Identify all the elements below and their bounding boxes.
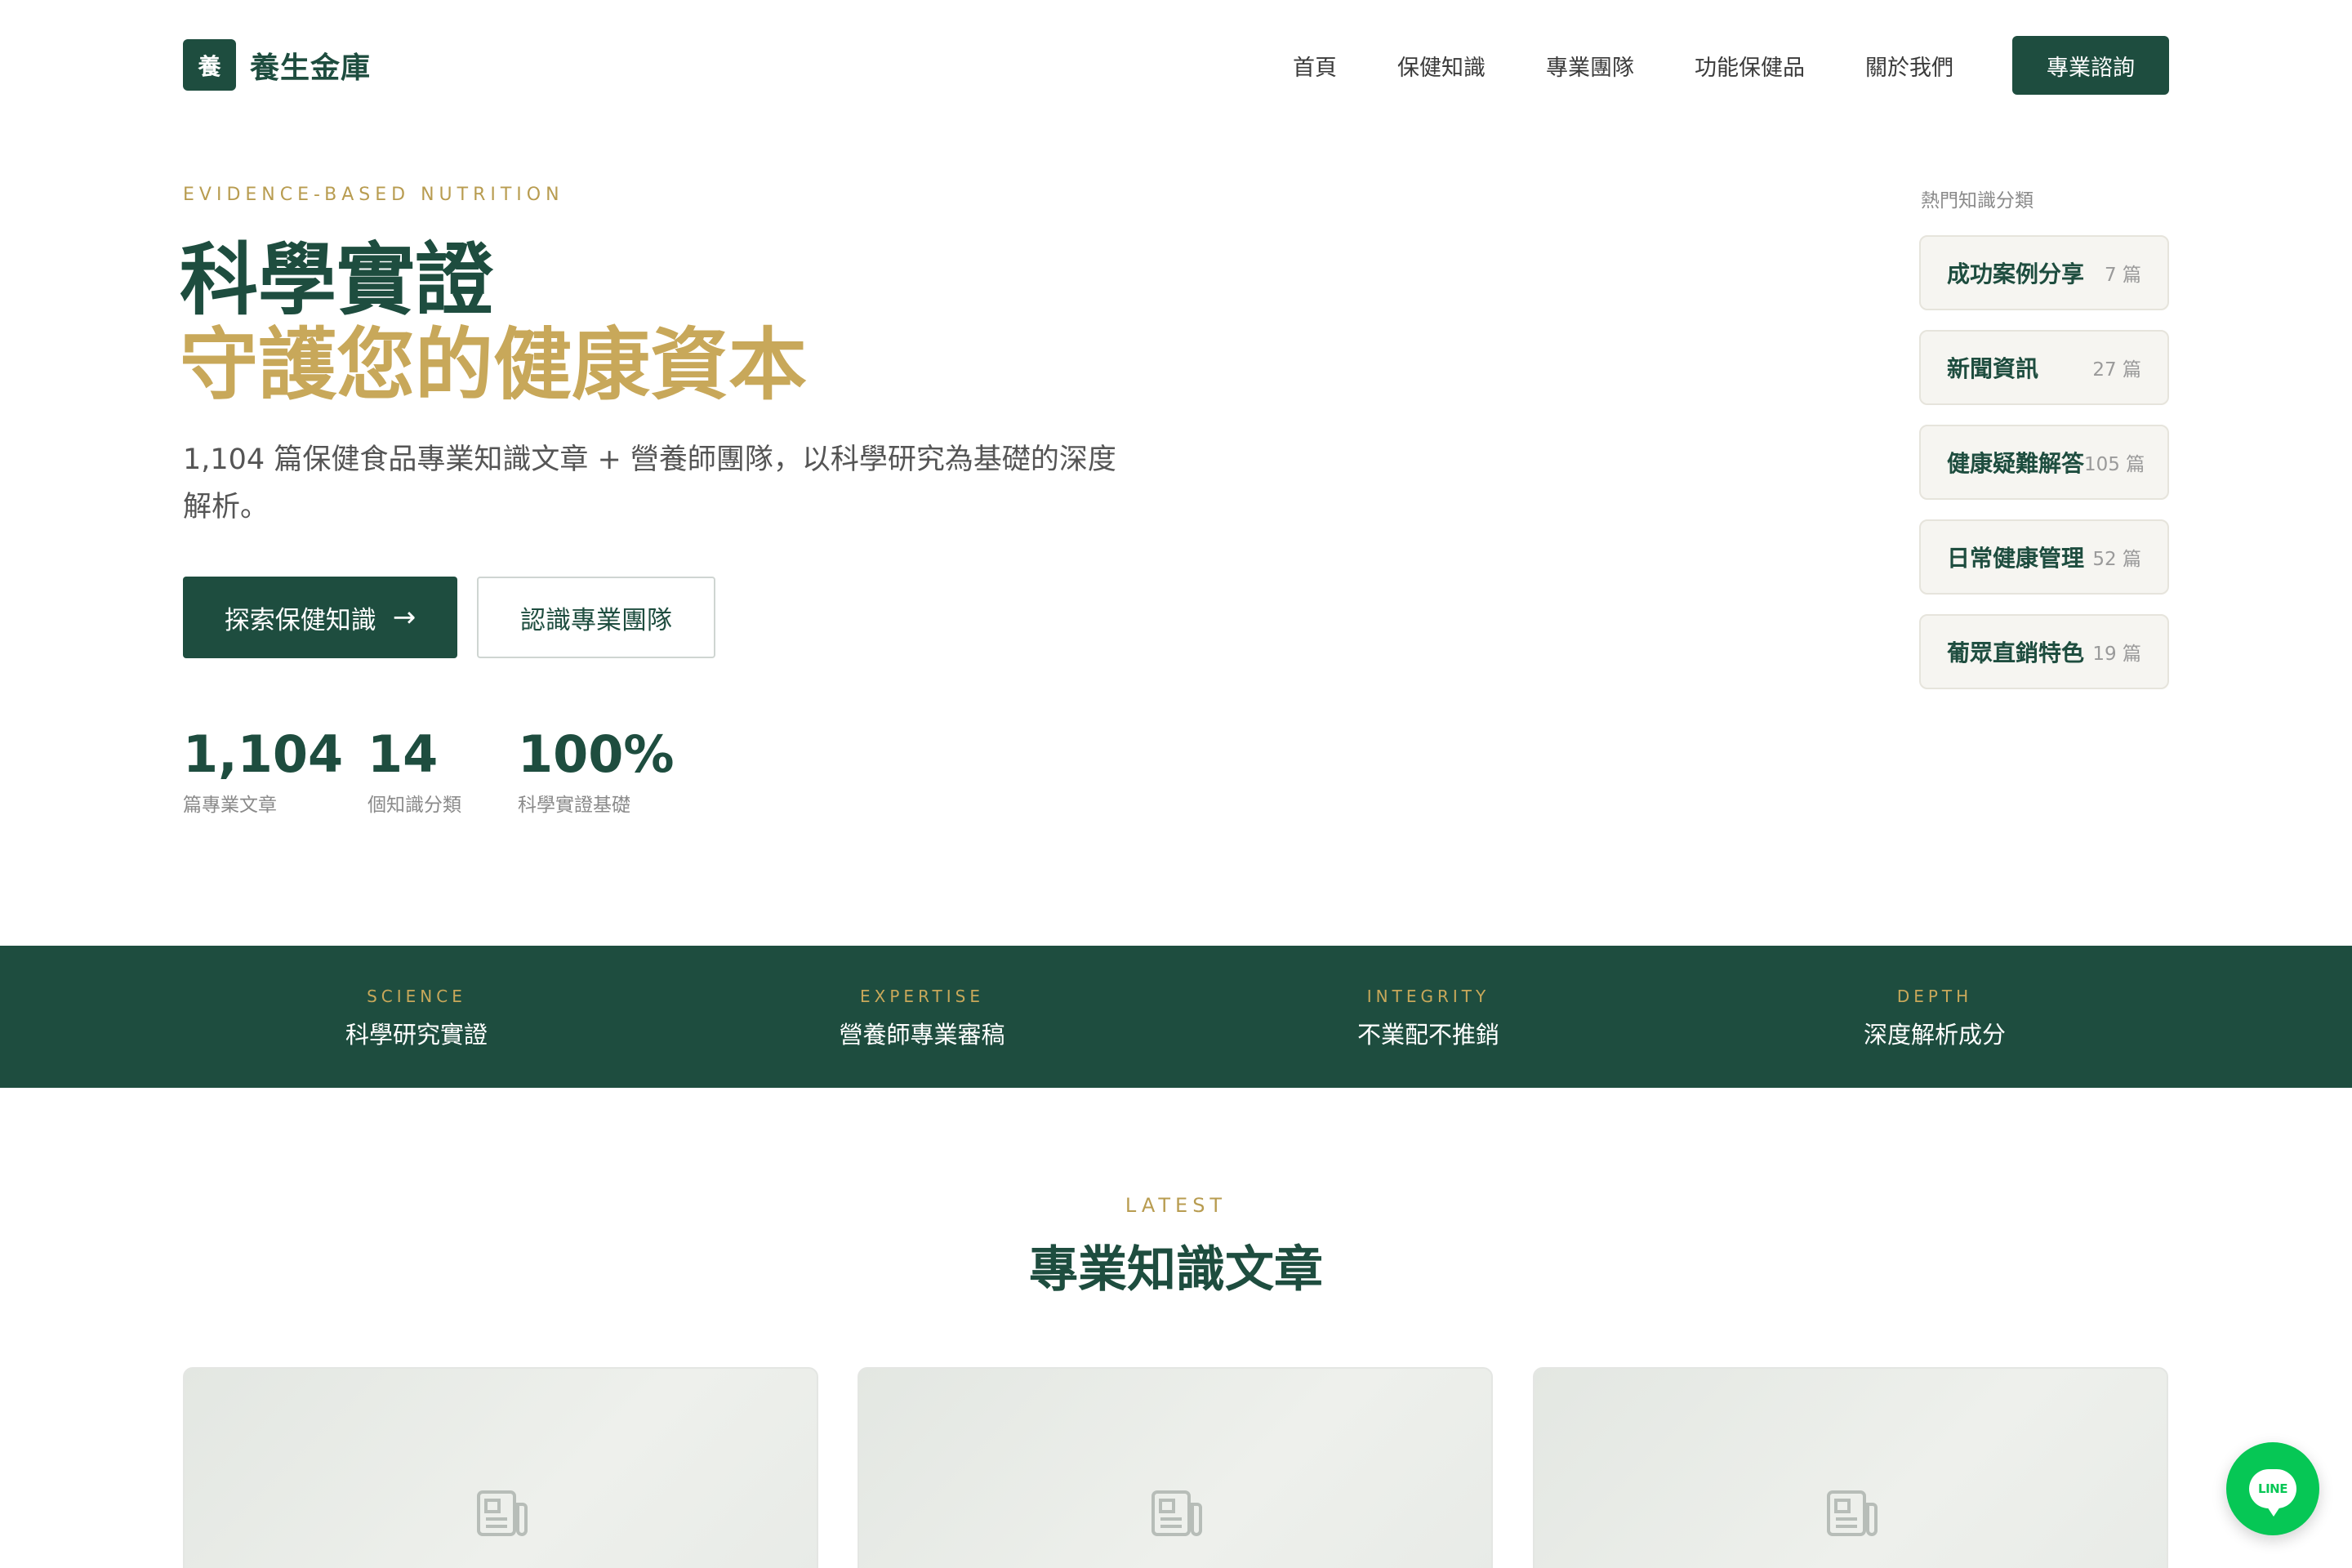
stat-value: 14 — [368, 724, 439, 784]
line-icon: LINE — [2249, 1469, 2296, 1517]
category-name: 日常健康管理 — [1947, 545, 2085, 572]
stat-categories: 14 個知識分類 — [368, 722, 461, 817]
line-chat-button[interactable]: LINE — [2226, 1442, 2319, 1535]
brand-name: 養生金庫 — [250, 51, 372, 85]
arrow-right-icon: → — [392, 601, 416, 634]
explore-knowledge-button[interactable]: 探索保健知識 → — [183, 577, 457, 658]
category-count: 52 篇 — [2092, 549, 2141, 570]
nav-products[interactable]: 功能保健品 — [1695, 50, 1805, 82]
stat-value: 1,104 — [183, 724, 344, 784]
article-card[interactable] — [1533, 1367, 2168, 1568]
stat-label: 科學實證基礎 — [518, 795, 630, 816]
category-name: 成功案例分享 — [1947, 261, 2085, 287]
main-nav: 首頁 保健知識 專業團隊 功能保健品 關於我們 專業諮詢 — [1293, 36, 2169, 95]
article-card[interactable] — [858, 1367, 1493, 1568]
value-eyebrow: DEPTH — [1896, 987, 1973, 1006]
value-science: SCIENCE 科學研究實證 — [253, 987, 580, 1050]
value-integrity: INTEGRITY 不業配不推銷 — [1265, 987, 1592, 1050]
value-depth: DEPTH 深度解析成分 — [1771, 987, 2098, 1050]
value-eyebrow: EXPERTISE — [860, 987, 984, 1006]
value-label: 深度解析成分 — [1863, 1021, 2006, 1049]
nav-about[interactable]: 關於我們 — [1865, 50, 1953, 82]
hero-description: 1,104 篇保健食品專業知識文章 + 營養師團隊，以科學研究為基礎的深度解析。 — [183, 443, 1116, 523]
category-name: 葡眾直銷特色 — [1947, 639, 2085, 666]
line-label: LINE — [2258, 1481, 2287, 1496]
site-header: 養 養生金庫 首頁 保健知識 專業團隊 功能保健品 關於我們 專業諮詢 — [0, 0, 2352, 132]
meet-team-button[interactable]: 認識專業團隊 — [477, 577, 715, 658]
explore-knowledge-label: 探索保健知識 — [224, 605, 376, 635]
stat-label: 個知識分類 — [368, 795, 461, 816]
category-daily-health[interactable]: 日常健康管理 52 篇 — [1919, 519, 2169, 595]
newspaper-icon — [1152, 1490, 1202, 1536]
article-card[interactable] — [183, 1367, 818, 1568]
category-name: 健康疑難解答 — [1947, 450, 2085, 477]
category-count: 105 篇 — [2084, 454, 2145, 475]
latest-eyebrow: LATEST — [1125, 1194, 1227, 1217]
category-list: 成功案例分享 7 篇 新聞資訊 27 篇 健康疑難解答 105 篇 日常健康管理… — [1919, 235, 2169, 709]
category-count: 7 篇 — [2105, 265, 2141, 286]
category-news[interactable]: 新聞資訊 27 篇 — [1919, 330, 2169, 405]
value-label: 營養師專業審稿 — [839, 1021, 1005, 1049]
category-count: 19 篇 — [2092, 644, 2141, 665]
values-band: SCIENCE 科學研究實證 EXPERTISE 營養師專業審稿 INTEGRI… — [0, 946, 2352, 1088]
value-label: 科學研究實證 — [345, 1021, 488, 1049]
category-success-stories[interactable]: 成功案例分享 7 篇 — [1919, 235, 2169, 310]
stat-value: 100% — [518, 724, 675, 784]
categories-heading: 熱門知識分類 — [1921, 190, 2034, 212]
consult-button[interactable]: 專業諮詢 — [2012, 36, 2169, 95]
value-expertise: EXPERTISE 營養師專業審稿 — [759, 987, 1085, 1050]
category-count: 27 篇 — [2092, 359, 2141, 381]
value-eyebrow: INTEGRITY — [1366, 987, 1490, 1006]
latest-title: 專業知識文章 — [1029, 1241, 1323, 1298]
newspaper-icon — [477, 1490, 528, 1536]
nav-team[interactable]: 專業團隊 — [1546, 50, 1634, 82]
stat-articles: 1,104 篇專業文章 — [183, 722, 343, 817]
category-name: 新聞資訊 — [1947, 355, 2039, 382]
newspaper-icon — [1827, 1490, 1878, 1536]
value-eyebrow: SCIENCE — [367, 987, 466, 1006]
logo-mark: 養 — [183, 39, 236, 91]
nav-home[interactable]: 首頁 — [1293, 50, 1337, 82]
value-label: 不業配不推銷 — [1356, 1021, 1499, 1049]
stat-evidence: 100% 科學實證基礎 — [518, 722, 675, 817]
hero-title-line1: 科學實證 — [180, 234, 493, 326]
hero-eyebrow: EVIDENCE-BASED NUTRITION — [183, 185, 564, 205]
nav-knowledge[interactable]: 保健知識 — [1397, 50, 1486, 82]
site-logo[interactable]: 養 養生金庫 — [183, 39, 371, 91]
hero-title-line2: 守護您的健康資本 — [180, 319, 807, 411]
category-health-qa[interactable]: 健康疑難解答 105 篇 — [1919, 425, 2169, 500]
category-direct-sales[interactable]: 葡眾直銷特色 19 篇 — [1919, 614, 2169, 689]
stat-label: 篇專業文章 — [183, 795, 277, 816]
